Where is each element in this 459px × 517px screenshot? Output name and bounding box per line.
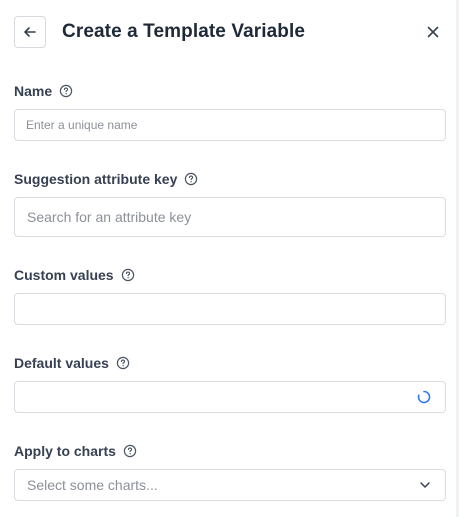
arrow-left-icon — [24, 27, 36, 37]
help-circle-icon[interactable] — [184, 172, 198, 186]
custom-values-field-group: Custom values — [14, 266, 446, 325]
loading-spinner-icon — [417, 390, 431, 404]
default-values-input[interactable] — [14, 381, 446, 413]
custom-values-input[interactable] — [14, 293, 446, 325]
custom-values-label: Custom values — [14, 267, 114, 283]
apply-to-charts-label: Apply to charts — [14, 443, 116, 459]
help-circle-icon[interactable] — [121, 268, 135, 282]
default-values-label: Default values — [14, 355, 109, 371]
help-circle-icon[interactable] — [116, 356, 130, 370]
back-button[interactable] — [14, 16, 46, 48]
help-circle-icon[interactable] — [123, 444, 137, 458]
page-title: Create a Template Variable — [62, 21, 306, 42]
attribute-key-search-input[interactable]: Search for an attribute key — [14, 197, 446, 237]
name-label: Name — [14, 83, 53, 99]
name-field-group: Name Enter a unique name — [14, 82, 446, 141]
panel-header: Create a Template Variable — [14, 15, 445, 49]
name-input[interactable]: Enter a unique name — [14, 109, 446, 141]
close-icon — [427, 26, 439, 38]
apply-to-charts-field-group: Apply to charts Select some charts... — [14, 442, 446, 501]
default-values-field-group: Default values — [14, 354, 446, 413]
help-circle-icon[interactable] — [59, 84, 73, 98]
template-variable-panel: Create a Template Variable Name Enter a … — [0, 0, 459, 517]
chevron-down-icon — [420, 482, 430, 488]
close-button[interactable] — [421, 20, 445, 44]
attribute-key-search-placeholder: Search for an attribute key — [27, 209, 192, 225]
suggestion-key-label: Suggestion attribute key — [14, 171, 178, 187]
charts-select-placeholder: Select some charts... — [27, 477, 158, 493]
suggestion-key-field-group: Suggestion attribute key Search for an a… — [14, 170, 446, 237]
charts-select[interactable]: Select some charts... — [14, 469, 446, 501]
name-input-placeholder: Enter a unique name — [26, 118, 138, 132]
